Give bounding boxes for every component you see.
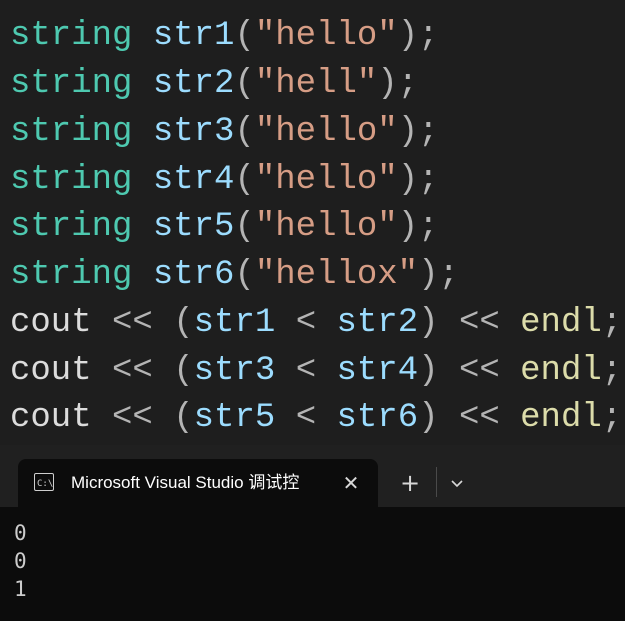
- terminal-tab[interactable]: C:\ Microsoft Visual Studio 调试控 ✕: [18, 459, 378, 507]
- variable-name: str1: [152, 17, 235, 55]
- endl-keyword: endl: [520, 352, 602, 390]
- string-literal: "hello": [254, 17, 398, 55]
- less-than-operator: <: [295, 352, 317, 390]
- shift-operator: <<: [458, 304, 500, 342]
- tab-title: Microsoft Visual Studio 调试控: [71, 473, 300, 492]
- code-line: cout << (str1 < str2) << endl;: [10, 299, 622, 347]
- output-line: 0: [14, 549, 27, 573]
- paren: (: [234, 17, 255, 55]
- code-line: string str2("hell");: [10, 60, 418, 108]
- less-than-operator: <: [295, 399, 317, 437]
- output-line: 1: [14, 577, 27, 601]
- paren-semicolon: );: [397, 113, 439, 151]
- variable-name: str5: [152, 208, 235, 246]
- paren: (: [234, 65, 255, 103]
- shift-operator: <<: [458, 352, 500, 390]
- paren: (: [234, 161, 255, 199]
- paren: (: [173, 304, 194, 342]
- string-literal: "hello": [254, 208, 398, 246]
- string-literal: "hell": [254, 65, 378, 103]
- code-line: string str6("hellox");: [10, 251, 459, 299]
- less-than-operator: <: [295, 304, 317, 342]
- endl-keyword: endl: [520, 399, 602, 437]
- code-line: string str1("hello");: [10, 12, 439, 60]
- cout-keyword: cout: [10, 352, 92, 390]
- variable-name: str5: [193, 399, 276, 437]
- variable-name: str2: [152, 65, 235, 103]
- cout-keyword: cout: [10, 399, 92, 437]
- code-line: cout << (str5 < str6) << endl;: [10, 394, 622, 442]
- paren: (: [173, 399, 194, 437]
- paren: (: [234, 256, 255, 294]
- terminal-tab-bar: C:\ Microsoft Visual Studio 调试控 ✕ +: [0, 445, 625, 507]
- output-line: 0: [14, 521, 27, 545]
- semicolon: ;: [601, 352, 623, 390]
- endl-keyword: endl: [520, 304, 602, 342]
- code-editor[interactable]: string str1("hello"); string str2("hell"…: [0, 0, 625, 445]
- shift-operator: <<: [458, 399, 500, 437]
- paren: ): [418, 399, 439, 437]
- paren-semicolon: );: [397, 208, 439, 246]
- variable-name: str4: [152, 161, 235, 199]
- chevron-down-icon[interactable]: [444, 470, 470, 496]
- variable-name: str6: [336, 399, 419, 437]
- paren: ): [418, 352, 439, 390]
- paren: (: [173, 352, 194, 390]
- paren-semicolon: );: [418, 256, 459, 294]
- paren: (: [234, 208, 255, 246]
- paren: (: [234, 113, 255, 151]
- variable-name: str1: [193, 304, 276, 342]
- string-literal: "hello": [254, 161, 398, 199]
- tab-divider: [436, 467, 437, 497]
- type-keyword: string: [10, 17, 133, 55]
- paren-semicolon: );: [377, 65, 419, 103]
- debug-console-window: C:\ Microsoft Visual Studio 调试控 ✕ + 0 0 …: [0, 445, 625, 621]
- code-line: string str5("hello");: [10, 203, 439, 251]
- type-keyword: string: [10, 208, 133, 246]
- paren: ): [418, 304, 439, 342]
- type-keyword: string: [10, 256, 133, 294]
- type-keyword: string: [10, 161, 133, 199]
- paren-semicolon: );: [397, 161, 439, 199]
- variable-name: str3: [193, 352, 276, 390]
- new-tab-button[interactable]: +: [395, 470, 425, 496]
- cout-keyword: cout: [10, 304, 92, 342]
- svg-text:C:\: C:\: [37, 479, 53, 489]
- shift-operator: <<: [112, 399, 153, 437]
- shift-operator: <<: [112, 352, 153, 390]
- semicolon: ;: [601, 304, 623, 342]
- paren-semicolon: );: [397, 17, 439, 55]
- shift-operator: <<: [112, 304, 153, 342]
- code-line: cout << (str3 < str4) << endl;: [10, 347, 622, 395]
- variable-name: str3: [152, 113, 235, 151]
- string-literal: "hellox": [254, 256, 419, 294]
- console-icon: C:\: [34, 473, 54, 491]
- code-line: string str4("hello");: [10, 156, 439, 204]
- type-keyword: string: [10, 65, 133, 103]
- variable-name: str4: [336, 352, 419, 390]
- code-line: string str3("hello");: [10, 108, 439, 156]
- variable-name: str6: [152, 256, 235, 294]
- close-icon[interactable]: ✕: [338, 470, 364, 496]
- semicolon: ;: [601, 399, 623, 437]
- variable-name: str2: [336, 304, 419, 342]
- type-keyword: string: [10, 113, 133, 151]
- string-literal: "hello": [254, 113, 398, 151]
